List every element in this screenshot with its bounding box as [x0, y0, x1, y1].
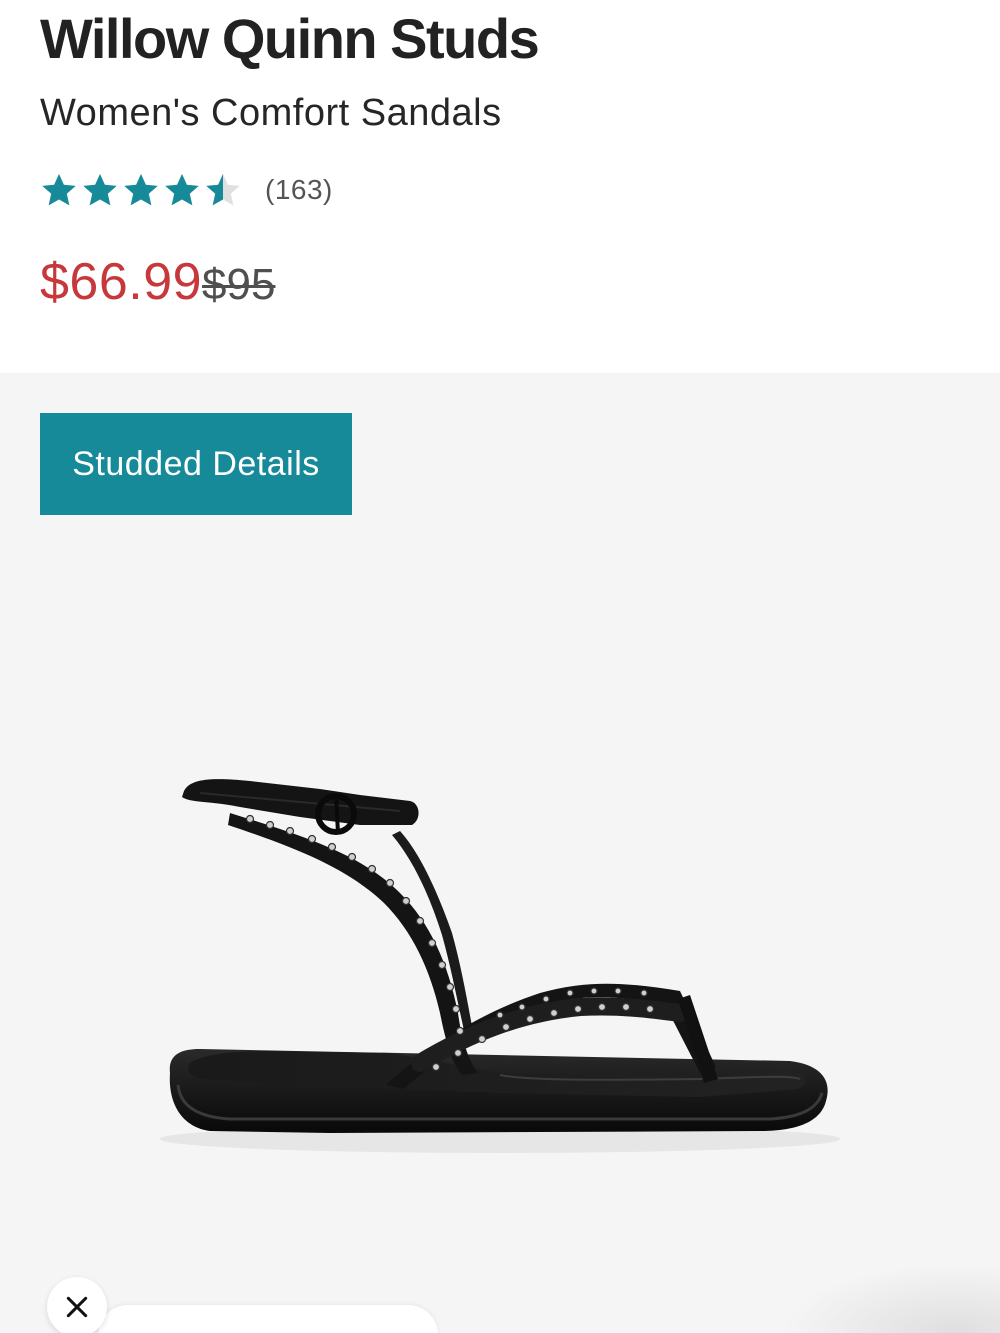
price-block: $66.99 $95: [40, 252, 275, 312]
close-icon: [66, 1296, 88, 1318]
star-icon: [42, 173, 76, 206]
product-rating[interactable]: (163): [40, 168, 333, 212]
bottom-sheet-handle[interactable]: [98, 1305, 438, 1333]
product-subtitle: Women's Comfort Sandals: [40, 92, 502, 134]
product-image[interactable]: [0, 373, 1000, 1333]
star-icon: [124, 173, 158, 206]
product-image-gallery[interactable]: Studded Details: [0, 373, 1000, 1333]
original-price: $95: [202, 260, 276, 309]
star-icon: [165, 173, 199, 206]
star-rating[interactable]: [40, 171, 245, 209]
image-shadow: [780, 1263, 1000, 1333]
sale-price: $66.99: [40, 253, 203, 311]
review-count[interactable]: (163): [265, 174, 333, 206]
star-icon: [83, 173, 117, 206]
product-header: Willow Quinn Studs Women's Comfort Sanda…: [0, 0, 1000, 373]
product-title: Willow Quinn Studs: [40, 7, 540, 70]
feature-badge: Studded Details: [40, 413, 352, 515]
close-button[interactable]: [47, 1277, 107, 1333]
half-star-icon: [206, 173, 240, 206]
